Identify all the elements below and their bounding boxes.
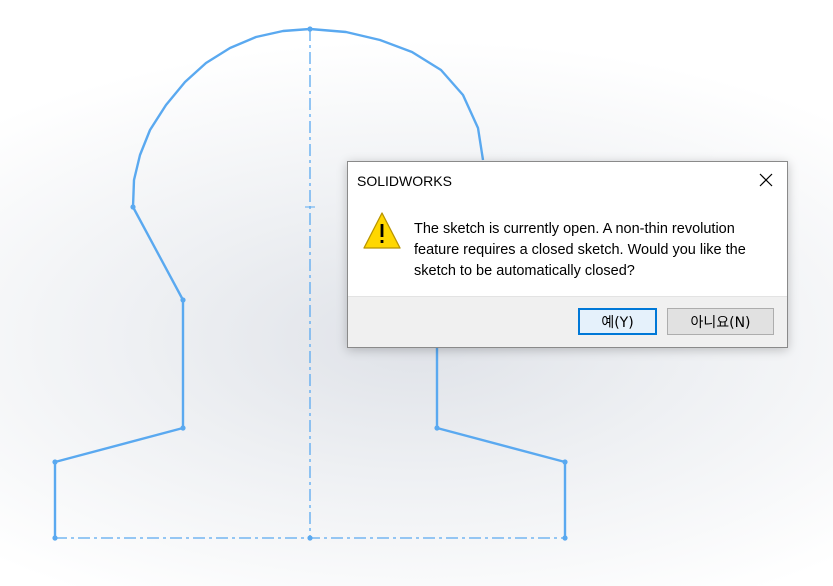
dialog-button-bar: 예(Y) 아니요(N) bbox=[348, 296, 787, 347]
sketch-point bbox=[562, 459, 568, 465]
sketch-point bbox=[180, 297, 186, 303]
sketch-point bbox=[434, 425, 440, 431]
dialog-message: The sketch is currently open. A non-thin… bbox=[414, 221, 746, 279]
sketch-point bbox=[307, 535, 313, 541]
sketch-point bbox=[52, 535, 58, 541]
sketch-point bbox=[180, 425, 186, 431]
sketch-point bbox=[130, 204, 136, 210]
warning-icon bbox=[363, 212, 401, 249]
dialog-title: SOLIDWORKS bbox=[357, 173, 452, 189]
sketch-point bbox=[52, 459, 58, 465]
sketch-profile-left[interactable] bbox=[53, 27, 311, 538]
sketch-profile-right[interactable] bbox=[435, 348, 567, 538]
close-button[interactable] bbox=[745, 162, 787, 198]
close-icon bbox=[759, 173, 773, 187]
sketch-profile[interactable] bbox=[309, 27, 485, 161]
sketch-point bbox=[562, 535, 568, 541]
sketch-point bbox=[307, 26, 313, 32]
no-button[interactable]: 아니요(N) bbox=[667, 308, 774, 335]
message-dialog: SOLIDWORKS The sketch is currently open.… bbox=[347, 161, 788, 348]
yes-button[interactable]: 예(Y) bbox=[578, 308, 657, 335]
